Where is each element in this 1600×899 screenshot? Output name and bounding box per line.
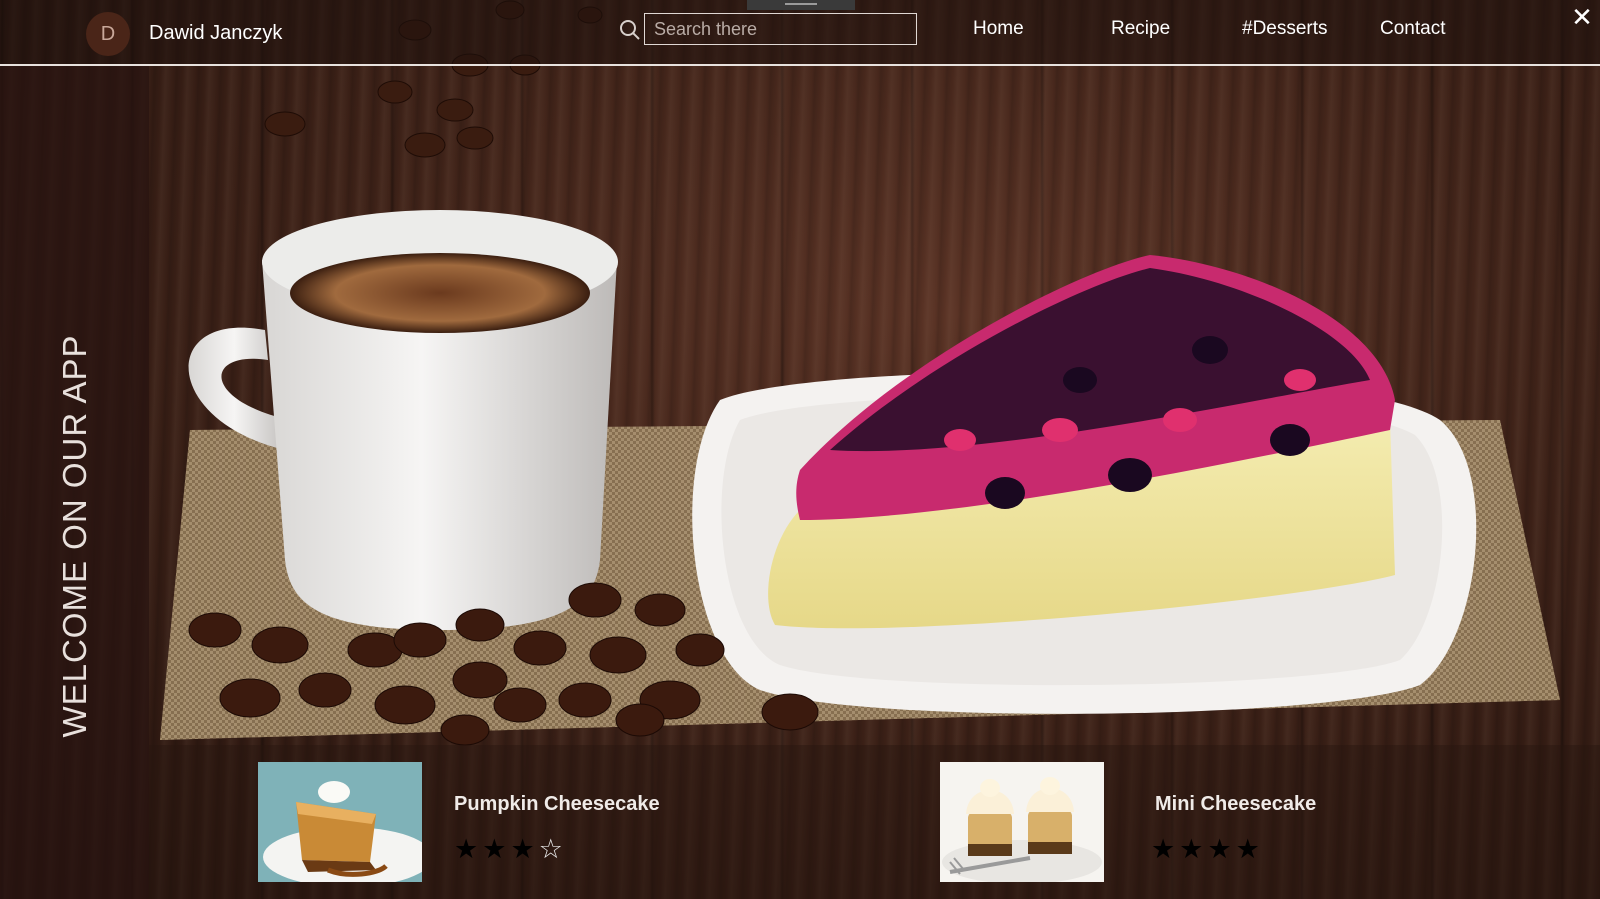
star-filled-icon[interactable]: ★ [454,836,478,863]
search-icon[interactable] [619,19,641,41]
mini-cheesecake-thumbnail[interactable] [940,762,1104,882]
star-filled-icon[interactable]: ★ [1207,836,1231,863]
avatar[interactable]: D [86,12,130,56]
star-rating: ★ ★ ★ ☆ [454,836,563,863]
nav-desserts[interactable]: #Desserts [1242,18,1328,40]
sidebar: WELCOME ON OUR APP [0,66,149,899]
star-filled-icon[interactable]: ★ [510,836,534,863]
star-filled-icon[interactable]: ★ [1151,836,1175,863]
pumpkin-cheesecake-thumbnail[interactable] [258,762,422,882]
nav-home[interactable]: Home [973,18,1024,40]
close-icon[interactable]: ✕ [1568,3,1596,33]
nav-recipe[interactable]: Recipe [1111,18,1170,40]
star-filled-icon[interactable]: ★ [482,836,506,863]
top-navigation-bar: D Dawid Janczyk Home Recipe #Desserts Co… [0,0,1600,66]
user-name[interactable]: Dawid Janczyk [149,22,282,45]
drag-handle[interactable] [747,0,855,10]
star-empty-icon[interactable]: ☆ [539,836,563,863]
card-title[interactable]: Pumpkin Cheesecake [454,793,660,816]
star-filled-icon[interactable]: ★ [1179,836,1203,863]
star-filled-icon[interactable]: ★ [1236,836,1260,863]
star-rating: ★ ★ ★ ★ [1151,836,1260,863]
nav-contact[interactable]: Contact [1380,18,1445,40]
welcome-text: WELCOME ON OUR APP [56,334,93,738]
card-title[interactable]: Mini Cheesecake [1155,793,1316,816]
search-input[interactable] [644,13,917,45]
